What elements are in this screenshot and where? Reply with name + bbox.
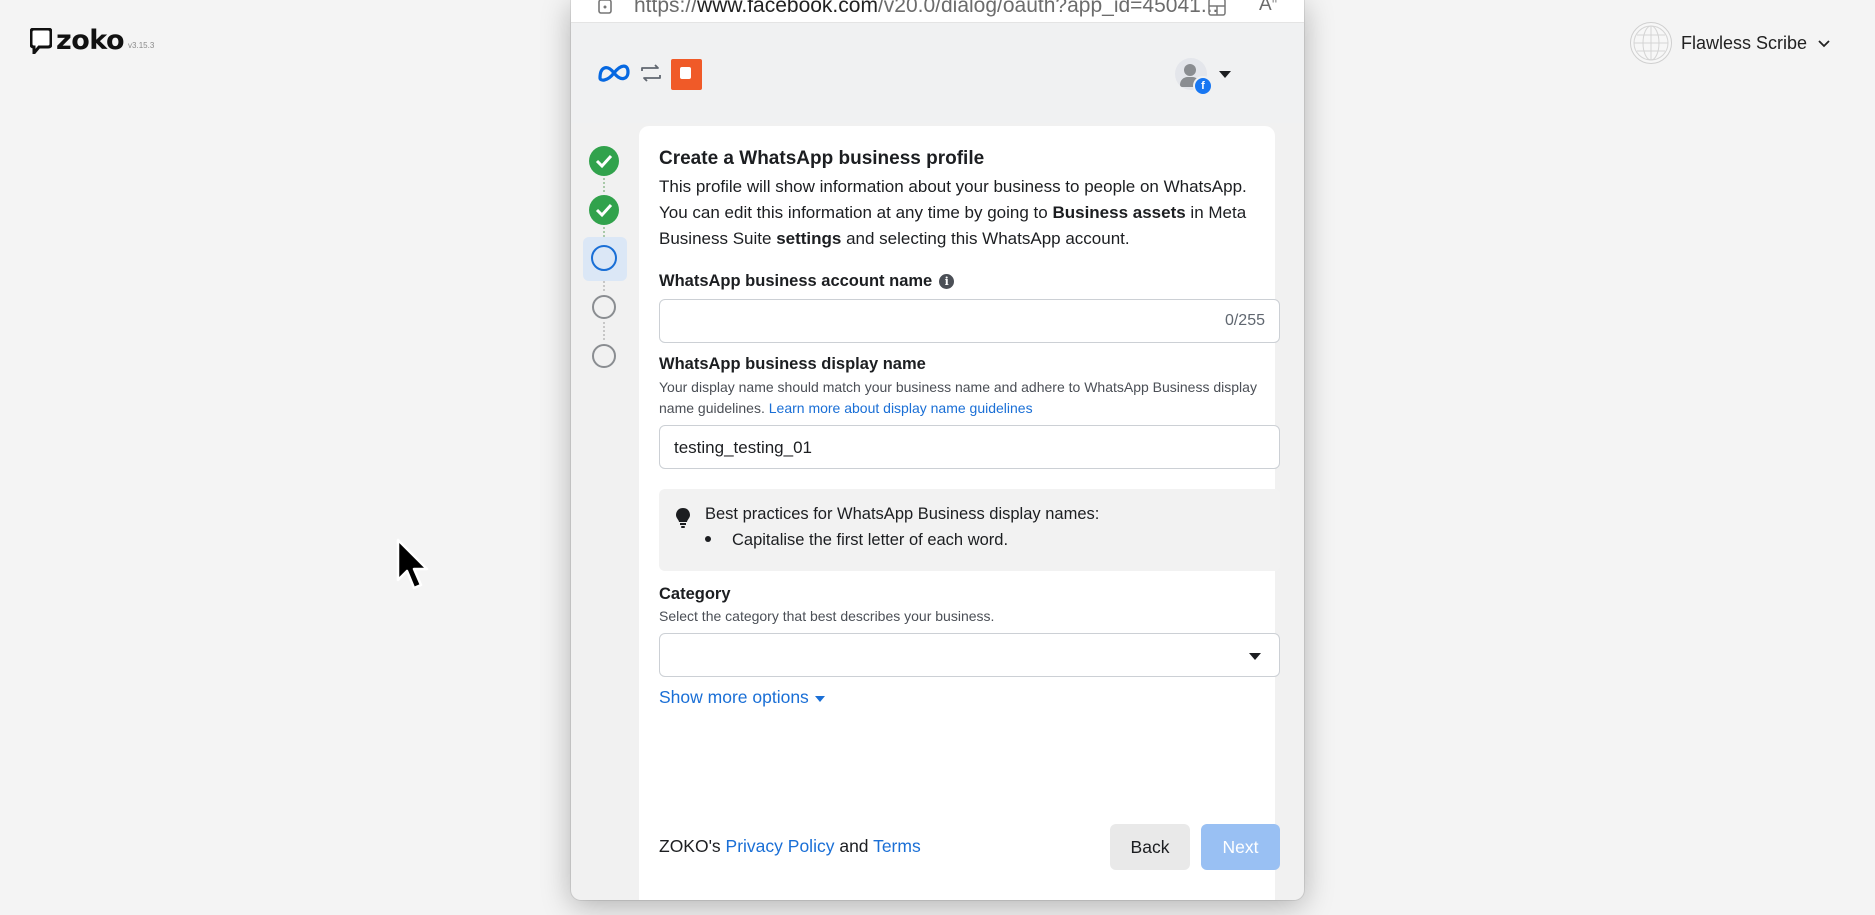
sync-arrows-icon <box>641 64 661 82</box>
facebook-badge-icon: f <box>1193 76 1213 96</box>
url-path: /v20.0/dialog/oauth?app_id=45041... <box>877 0 1219 17</box>
meta-logo-icon <box>598 64 630 82</box>
terms-link[interactable]: Terms <box>873 836 921 856</box>
category-help: Select the category that best describes … <box>659 608 995 624</box>
category-label-text: Category <box>659 585 731 603</box>
profile-form-card: Create a WhatsApp business profile This … <box>639 126 1280 900</box>
zoko-wordmark: zoko <box>56 25 125 56</box>
zoko-chat-icon <box>30 28 52 54</box>
display-name-label-text: WhatsApp business display name <box>659 355 926 373</box>
intro-bold-business-assets: Business assets <box>1052 203 1186 222</box>
step-1-complete <box>589 146 619 176</box>
character-counter: 0/255 <box>1224 312 1265 329</box>
zoko-logo[interactable]: zoko v3.15.3 <box>30 25 155 56</box>
legal-links: ZOKO's Privacy Policy and Terms <box>659 836 921 857</box>
display-name-help: Your display name should match your busi… <box>659 377 1269 419</box>
read-aloud-icon[interactable]: Aıı <box>1259 0 1277 16</box>
user-name: Flawless Scribe <box>1680 32 1807 53</box>
show-more-options-text: Show more options <box>659 687 809 707</box>
intro-bold-settings: settings <box>776 229 842 248</box>
info-icon[interactable]: i <box>939 274 955 289</box>
tip-item: Capitalise the first letter of each word… <box>705 531 1008 550</box>
tip-title: Best practices for WhatsApp Business dis… <box>705 505 1100 523</box>
app-version: v3.15.3 <box>128 41 155 50</box>
step-3-current <box>583 237 627 281</box>
tab-grid-icon[interactable] <box>1207 0 1227 17</box>
caret-down-icon <box>1249 653 1261 660</box>
display-name-guidelines-link[interactable]: Learn more about display name guidelines <box>769 400 1033 416</box>
oauth-popup-window: https://www.facebook.com/v20.0/dialog/oa… <box>571 0 1304 900</box>
step-5-pending <box>589 341 619 371</box>
display-name-input[interactable]: testing_testing_01 <box>659 425 1280 469</box>
legal-prefix: ZOKO's <box>659 836 726 856</box>
tip-item-text: Capitalise the first letter of each word… <box>732 531 1009 549</box>
dialog-intro: This profile will show information about… <box>659 174 1269 252</box>
site-info-icon[interactable] <box>597 0 613 16</box>
facebook-dialog-header: f <box>571 23 1304 123</box>
category-label: Category <box>659 585 1284 604</box>
privacy-policy-link[interactable]: Privacy Policy <box>726 836 835 856</box>
step-4-pending <box>589 292 619 322</box>
chevron-down-icon <box>1818 40 1830 48</box>
url-domain: www.facebook.com <box>697 0 878 17</box>
facebook-account-switcher[interactable]: f <box>1175 58 1231 96</box>
back-button[interactable]: Back <box>1110 824 1190 870</box>
checkmark-icon <box>595 154 613 169</box>
legal-and: and <box>834 836 874 856</box>
url-text[interactable]: https://www.facebook.com/v20.0/dialog/oa… <box>634 0 1218 18</box>
checkmark-icon <box>595 203 613 218</box>
caret-down-icon <box>814 695 825 702</box>
dialog-footer: ZOKO's Privacy Policy and Terms Back Nex… <box>659 824 1284 870</box>
step-2-complete <box>589 195 619 225</box>
user-avatar <box>1629 22 1672 64</box>
display-name-label: WhatsApp business display name <box>659 355 1284 374</box>
dialog-title: Create a WhatsApp business profile <box>659 148 985 169</box>
display-name-value: testing_testing_01 <box>674 438 812 457</box>
category-select[interactable] <box>659 633 1280 677</box>
caret-down-icon <box>1219 70 1231 78</box>
globe-icon <box>1633 25 1669 61</box>
account-name-input[interactable]: 0/255 <box>659 299 1280 343</box>
zoko-app-icon <box>671 59 702 90</box>
facebook-avatar: f <box>1175 58 1213 96</box>
account-name-label: WhatsApp business account name i <box>659 272 1284 291</box>
user-menu[interactable]: Flawless Scribe <box>1629 22 1831 64</box>
mouse-cursor-icon <box>396 538 429 590</box>
account-name-label-text: WhatsApp business account name <box>659 272 933 290</box>
show-more-options-link[interactable]: Show more options <box>659 687 1284 708</box>
lightbulb-icon <box>676 508 690 528</box>
intro-text: and selecting this WhatsApp account. <box>841 229 1130 248</box>
best-practices-tip: Best practices for WhatsApp Business dis… <box>659 489 1280 571</box>
url-prefix: https:// <box>634 0 698 17</box>
address-bar[interactable]: https://www.facebook.com/v20.0/dialog/oa… <box>571 0 1304 23</box>
next-button[interactable]: Next <box>1201 824 1280 870</box>
